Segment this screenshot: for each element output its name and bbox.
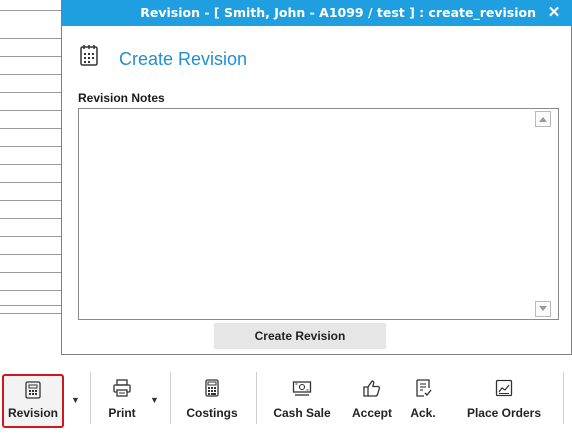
arrow-up-icon — [539, 117, 547, 122]
grid-line — [0, 164, 62, 165]
toolbar-costings-button[interactable]: Costings — [182, 374, 242, 428]
grid-line — [0, 254, 62, 255]
notes-scrollbar[interactable] — [530, 109, 558, 319]
toolbar-place-orders-label: Place Orders — [466, 406, 542, 420]
toolbar-ack-label: Ack. — [410, 406, 436, 420]
scroll-down-button[interactable] — [535, 301, 551, 317]
create-revision-button[interactable]: Create Revision — [214, 323, 386, 349]
toolbar-accept-label: Accept — [351, 406, 392, 420]
checklist-icon — [416, 379, 432, 397]
toolbar-revision-button[interactable]: Revision — [2, 374, 64, 428]
toolbar-separator — [256, 372, 257, 424]
thumbs-up-icon — [363, 380, 381, 397]
revision-notes-label: Revision Notes — [78, 91, 165, 105]
grid-line — [0, 290, 62, 291]
toolbar-cash-sale-label: Cash Sale — [273, 406, 331, 420]
grid-line — [0, 218, 62, 219]
grid-line — [0, 92, 62, 93]
dialog-title: Revision - [ Smith, John - A1099 / test … — [140, 5, 536, 20]
print-dropdown-icon[interactable]: ▼ — [150, 395, 159, 405]
grid-line — [0, 56, 62, 57]
orders-icon — [495, 379, 513, 397]
revision-icon — [25, 381, 41, 399]
revision-document-icon — [80, 45, 98, 66]
grid-line — [0, 305, 62, 306]
arrow-down-icon — [539, 306, 547, 311]
grid-line — [0, 146, 62, 147]
grid-line — [0, 182, 62, 183]
grid-line — [0, 38, 62, 39]
calculator-icon — [205, 379, 219, 397]
toolbar-separator — [563, 372, 564, 424]
background-grid — [0, 0, 62, 315]
toolbar-cash-sale-button[interactable]: Cash Sale — [267, 374, 337, 428]
toolbar-place-orders-button[interactable]: Place Orders — [459, 374, 549, 428]
grid-line — [0, 272, 62, 273]
revision-notes-field[interactable] — [78, 108, 559, 320]
cash-icon — [292, 381, 312, 396]
revision-notes-input[interactable] — [79, 109, 529, 319]
toolbar-costings-label: Costings — [186, 406, 238, 420]
dialog-titlebar[interactable]: Revision - [ Smith, John - A1099 / test … — [62, 0, 572, 26]
grid-line — [0, 110, 62, 111]
grid-line — [0, 313, 62, 314]
grid-line — [0, 74, 62, 75]
revision-dropdown-icon[interactable]: ▼ — [71, 395, 80, 405]
grid-line — [0, 200, 62, 201]
toolbar-accept-button[interactable]: Accept — [347, 374, 397, 428]
toolbar-ack-button[interactable]: Ack. — [405, 374, 441, 428]
toolbar-print-label: Print — [108, 406, 136, 420]
toolbar-revision-label: Revision — [7, 406, 58, 420]
scroll-up-button[interactable] — [535, 111, 551, 127]
toolbar-separator — [170, 372, 171, 424]
toolbar-print-button[interactable]: Print — [100, 374, 144, 428]
close-icon[interactable]: ✕ — [544, 0, 564, 26]
action-toolbar: Revision ▼ Print ▼ Costings Cash Sale Ac… — [0, 360, 572, 434]
grid-line — [0, 236, 62, 237]
printer-icon — [113, 379, 131, 397]
toolbar-separator — [90, 372, 91, 424]
grid-line — [0, 128, 62, 129]
create-revision-dialog: Revision - [ Smith, John - A1099 / test … — [61, 0, 572, 355]
grid-line — [0, 10, 62, 11]
dialog-heading: Create Revision — [119, 49, 248, 69]
